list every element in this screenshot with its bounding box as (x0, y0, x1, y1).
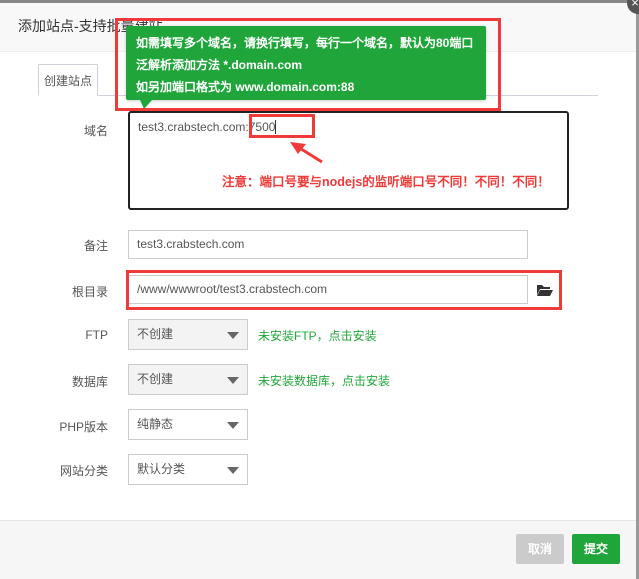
ftp-install-link[interactable]: 未安装FTP，点击安装 (258, 327, 377, 344)
php-value: 纯静态 (137, 417, 174, 431)
domain-label: 域名 (83, 124, 108, 138)
chevron-down-icon (227, 422, 239, 429)
tab-create-site[interactable]: 创建站点 (38, 64, 98, 96)
port-warning-note: 注意：端口号要与nodejs的监听端口号不同！不同！不同！ (222, 175, 550, 189)
database-value: 不创建 (137, 372, 174, 386)
chevron-down-icon (227, 467, 239, 474)
root-highlight-box (126, 270, 562, 310)
category-label: 网站分类 (59, 464, 108, 478)
domain-host: test3.crabstech.com: (138, 120, 249, 134)
php-version-select[interactable]: 纯静态 (128, 409, 248, 440)
root-label: 根目录 (71, 285, 108, 299)
domain-textarea[interactable]: test3.crabstech.com:7500 (128, 111, 569, 210)
chevron-down-icon (227, 377, 239, 384)
submit-button[interactable]: 提交 (572, 534, 620, 564)
database-select[interactable]: 不创建 (128, 364, 248, 395)
database-install-link[interactable]: 未安装数据库，点击安装 (258, 372, 390, 389)
ftp-label: FTP (85, 328, 108, 342)
category-value: 默认分类 (137, 462, 186, 476)
arrow-icon (290, 142, 323, 164)
php-label: PHP版本 (59, 420, 108, 434)
port-highlight-box (249, 114, 315, 138)
ftp-select[interactable]: 不创建 (128, 319, 248, 350)
database-label: 数据库 (71, 375, 108, 389)
category-select[interactable]: 默认分类 (128, 454, 248, 485)
chevron-down-icon (227, 332, 239, 339)
ftp-value: 不创建 (137, 327, 174, 341)
tooltip-highlight-box (115, 18, 501, 111)
remark-input[interactable]: test3.crabstech.com (128, 230, 528, 259)
remark-label: 备注 (83, 239, 108, 253)
cancel-button[interactable]: 取消 (516, 534, 564, 564)
